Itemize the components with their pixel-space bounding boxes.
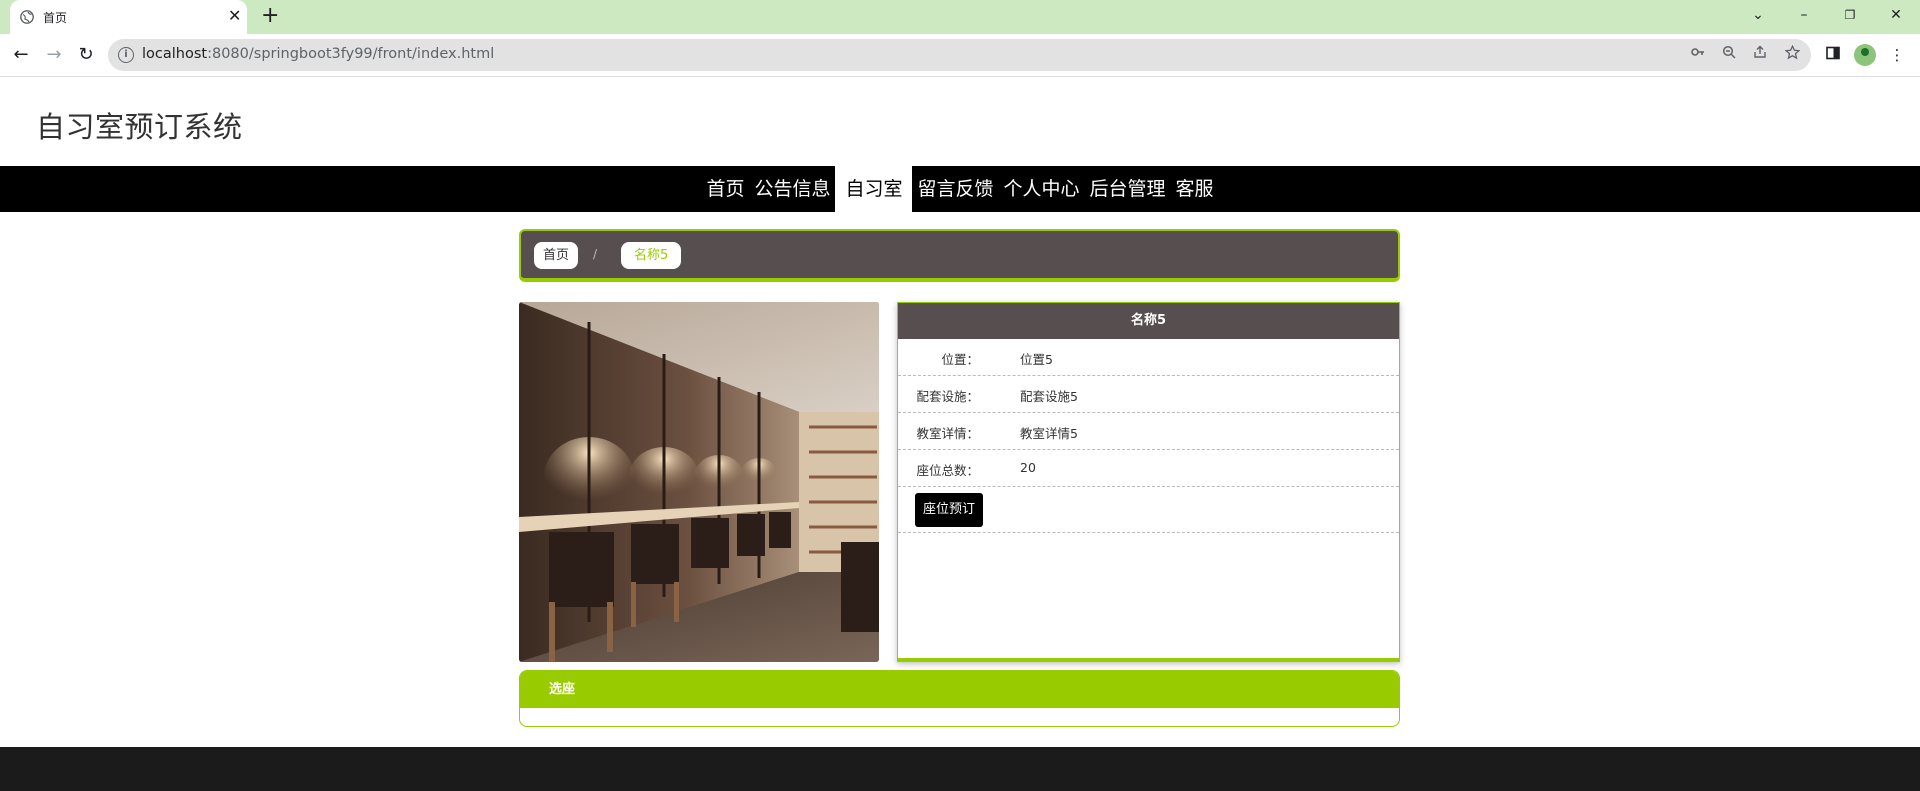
- minimize-button[interactable]: –: [1781, 0, 1827, 30]
- tab-title: 首页: [43, 11, 68, 25]
- nav-item-announcements[interactable]: 公告信息: [749, 166, 835, 212]
- back-button[interactable]: ←: [8, 42, 34, 68]
- room-detail-card: 名称5 位置： 位置5 配套设施： 配套设施5 教室详情： 教室详情5 座位总数…: [897, 302, 1400, 662]
- window-close-button[interactable]: ✕: [1873, 0, 1919, 30]
- share-icon[interactable]: [1750, 45, 1770, 65]
- browser-tab-strip: 首页 ✕ + ⌄ – ❐ ✕: [0, 0, 1920, 34]
- url-text[interactable]: localhost:8080/springboot3fy99/front/ind…: [142, 46, 494, 62]
- detail-row-location: 位置： 位置5: [898, 339, 1399, 376]
- detail-row-facilities: 配套设施： 配套设施5: [898, 376, 1399, 413]
- nav-item-feedback[interactable]: 留言反馈: [912, 166, 998, 212]
- breadcrumb-separator: /: [593, 247, 598, 261]
- nav-item-study-room[interactable]: 自习室: [835, 166, 913, 212]
- location-label: 位置：: [941, 352, 979, 367]
- breadcrumb-home[interactable]: 首页: [534, 242, 579, 269]
- tab-close-icon[interactable]: ✕: [228, 7, 241, 25]
- sidepanel-icon[interactable]: [1822, 44, 1844, 66]
- main-nav: 首页 公告信息 自习室 留言反馈 个人中心 后台管理 客服: [0, 166, 1920, 212]
- browser-toolbar: ← → ↻ i localhost:8080/springboot3fy99/f…: [0, 34, 1920, 77]
- facilities-value: 配套设施5: [1020, 389, 1078, 404]
- book-seat-button[interactable]: 座位预订: [915, 493, 984, 527]
- tab-search-icon[interactable]: ⌄: [1735, 0, 1781, 30]
- seat-selection-panel: 选座: [519, 670, 1400, 727]
- facilities-label: 配套设施：: [916, 389, 979, 404]
- seat-count-value: 20: [1020, 460, 1036, 475]
- page-footer: [0, 747, 1920, 791]
- breadcrumb: 首页 / 名称5: [519, 229, 1400, 282]
- globe-icon: [20, 10, 34, 24]
- browser-tab[interactable]: 首页 ✕: [10, 0, 247, 34]
- address-bar[interactable]: i localhost:8080/springboot3fy99/front/i…: [108, 39, 1811, 71]
- nav-item-personal-center[interactable]: 个人中心: [999, 166, 1085, 212]
- url-path: :8080/springboot3fy99/front/index.html: [207, 46, 495, 62]
- reload-button[interactable]: ↻: [73, 42, 99, 68]
- zoom-icon[interactable]: [1719, 45, 1739, 65]
- room-info-label: 教室详情：: [916, 426, 979, 441]
- site-info-icon[interactable]: i: [118, 47, 134, 63]
- site-title: 自习室预订系统: [36, 110, 243, 144]
- room-photo: [519, 302, 879, 662]
- url-host: localhost: [142, 46, 208, 62]
- key-icon[interactable]: [1688, 45, 1708, 65]
- nav-item-admin[interactable]: 后台管理: [1085, 166, 1171, 212]
- detail-actions: 座位预订: [898, 487, 1399, 533]
- menu-icon[interactable]: ⋮: [1886, 44, 1908, 66]
- breadcrumb-current[interactable]: 名称5: [621, 242, 682, 269]
- new-tab-button[interactable]: +: [261, 4, 279, 28]
- seat-count-label: 座位总数：: [916, 463, 979, 478]
- room-info-value: 教室详情5: [1020, 426, 1078, 441]
- nav-item-customer-service[interactable]: 客服: [1171, 166, 1219, 212]
- forward-button[interactable]: →: [41, 42, 67, 68]
- detail-row-room-info: 教室详情： 教室详情5: [898, 413, 1399, 450]
- seat-selection-title: 选座: [520, 671, 1399, 708]
- location-value: 位置5: [1020, 352, 1053, 367]
- nav-item-home[interactable]: 首页: [701, 166, 749, 212]
- profile-icon[interactable]: [1854, 44, 1876, 66]
- restore-button[interactable]: ❐: [1827, 0, 1873, 30]
- star-icon[interactable]: [1782, 44, 1802, 65]
- detail-row-seat-count: 座位总数： 20: [898, 450, 1399, 487]
- room-name-heading: 名称5: [898, 303, 1399, 339]
